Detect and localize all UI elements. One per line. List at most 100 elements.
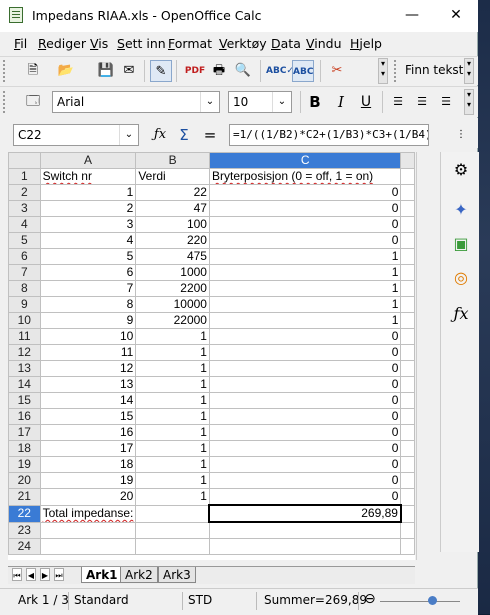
cell-a[interactable]: 9 (39, 312, 137, 329)
save-icon[interactable]: 💾 (95, 60, 117, 82)
cell-d[interactable] (400, 296, 415, 313)
row-header[interactable]: 10 (8, 312, 41, 329)
row-header[interactable]: 17 (8, 424, 41, 441)
cell-d[interactable] (400, 232, 415, 249)
row-header[interactable]: 12 (8, 344, 41, 361)
cell-c[interactable] (208, 537, 402, 555)
find-text-label[interactable]: Finn tekst (405, 63, 463, 77)
cell-c[interactable]: 1 (208, 280, 402, 297)
cell-a[interactable]: 19 (39, 472, 137, 489)
cell-b[interactable]: 22 (135, 184, 210, 201)
cell-a[interactable]: 11 (39, 344, 137, 361)
cell-c[interactable]: 1 (208, 248, 402, 265)
cell-d[interactable] (400, 504, 415, 523)
email-icon[interactable]: ✉ (118, 60, 140, 82)
cell-d[interactable] (400, 280, 415, 297)
cell-c[interactable]: 1 (208, 264, 402, 281)
cell-d[interactable] (400, 424, 415, 441)
cell-b[interactable]: 1 (135, 408, 210, 425)
cell-c[interactable]: 0 (208, 200, 402, 217)
cell-b[interactable]: 1 (135, 440, 210, 457)
cell-a[interactable]: Total impedanse: (39, 504, 137, 523)
format-toolbar-more-button[interactable]: ▾ ▾ (464, 89, 474, 115)
cell-d[interactable] (400, 456, 415, 473)
cell-a[interactable]: 8 (39, 296, 137, 313)
autospellcheck-icon[interactable]: ABC (292, 60, 314, 82)
cell-d[interactable] (400, 376, 415, 393)
cell-a[interactable]: 3 (39, 216, 137, 233)
selection-mode-status[interactable]: STD (188, 593, 212, 607)
row-header[interactable]: 16 (8, 408, 41, 425)
chevron-down-icon[interactable]: ⌄ (272, 92, 291, 112)
row-header[interactable]: 23 (8, 521, 41, 539)
cell-d[interactable] (400, 168, 415, 185)
cell-c[interactable]: 0 (208, 392, 402, 409)
row-header[interactable]: 11 (8, 328, 41, 345)
cell-b[interactable] (135, 521, 210, 539)
cell-a[interactable]: 15 (39, 408, 137, 425)
cell-d[interactable] (400, 488, 415, 506)
bold-button[interactable]: B (304, 91, 326, 113)
menu-vis[interactable]: Vis (90, 36, 108, 51)
row-header[interactable]: 15 (8, 392, 41, 409)
open-folder-icon[interactable]: 📂 (55, 60, 77, 82)
cell-b[interactable]: 1 (135, 392, 210, 409)
sum-icon[interactable]: Σ (173, 124, 195, 146)
sidebar-menu-icon[interactable]: ⋮ (450, 124, 472, 146)
font-name-combo[interactable]: Arial ⌄ (52, 91, 220, 113)
cell-b[interactable]: 10000 (135, 296, 210, 313)
align-left-icon[interactable]: ☰ (387, 91, 409, 113)
menu-sett-inn[interactable]: Sett inn (117, 36, 166, 51)
cell-c[interactable]: 0 (208, 408, 402, 425)
sheet-tab-ark3[interactable]: Ark3 (158, 567, 196, 583)
toolbar-handle[interactable] (3, 60, 9, 82)
cell-d[interactable] (400, 344, 415, 361)
italic-button[interactable]: I (330, 91, 352, 113)
cell-d[interactable] (400, 360, 415, 377)
first-sheet-button[interactable]: ⏮ (12, 568, 22, 581)
cell-a[interactable]: 10 (39, 328, 137, 345)
row-header[interactable]: 2 (8, 184, 41, 201)
corner-cell[interactable] (8, 152, 41, 169)
sheet-tab-ark2[interactable]: Ark2 (120, 567, 158, 583)
cell-d[interactable] (400, 184, 415, 201)
cell-c[interactable]: 0 (208, 488, 402, 506)
cell-c[interactable]: 0 (208, 184, 402, 201)
cell-d[interactable] (400, 521, 415, 539)
row-header[interactable]: 4 (8, 216, 41, 233)
cell-a[interactable]: 6 (39, 264, 137, 281)
menu-format[interactable]: Format (168, 36, 212, 51)
cell-b[interactable]: 1 (135, 360, 210, 377)
menu-hjelp[interactable]: Hjelp (350, 36, 382, 51)
last-sheet-button[interactable]: ⏭ (54, 568, 64, 581)
next-sheet-button[interactable]: ▶ (40, 568, 50, 581)
cell-d[interactable] (400, 216, 415, 233)
cell-a[interactable]: 20 (39, 488, 137, 506)
cell-a[interactable]: 18 (39, 456, 137, 473)
cell-c[interactable]: Bryterposisjon (0 = off, 1 = on) (208, 168, 402, 185)
cell-b[interactable] (135, 537, 210, 555)
row-header[interactable]: 8 (8, 280, 41, 297)
cell-b[interactable] (135, 504, 210, 523)
row-header[interactable]: 19 (8, 456, 41, 473)
menu-vindu[interactable]: Vindu (306, 36, 342, 51)
cell-b[interactable]: Verdi (135, 168, 210, 185)
cut-icon[interactable]: ✂ (326, 60, 348, 82)
zoom-slider-handle[interactable] (428, 596, 437, 605)
zoom-out-icon[interactable]: ⊖ (364, 591, 376, 607)
cell-a[interactable]: 1 (39, 184, 137, 201)
cell-d[interactable] (400, 537, 415, 555)
row-header[interactable]: 24 (8, 537, 41, 555)
cell-b[interactable]: 100 (135, 216, 210, 233)
column-header-c[interactable]: C (208, 152, 402, 169)
chevron-down-icon[interactable]: ⌄ (200, 92, 219, 112)
cell-d[interactable] (400, 392, 415, 409)
formula-input[interactable]: =1/((1/B2)*C2+(1/B3)*C3+(1/B4)*C4+ (229, 124, 429, 146)
row-header[interactable]: 14 (8, 376, 41, 393)
close-button[interactable]: ✕ (434, 0, 478, 32)
column-header-d[interactable] (400, 152, 415, 169)
cell-b[interactable]: 220 (135, 232, 210, 249)
toolbar-more-button[interactable]: ▾ ▾ (378, 58, 388, 84)
menu-rediger[interactable]: Rediger (38, 36, 86, 51)
minimize-button[interactable]: — (390, 0, 434, 32)
